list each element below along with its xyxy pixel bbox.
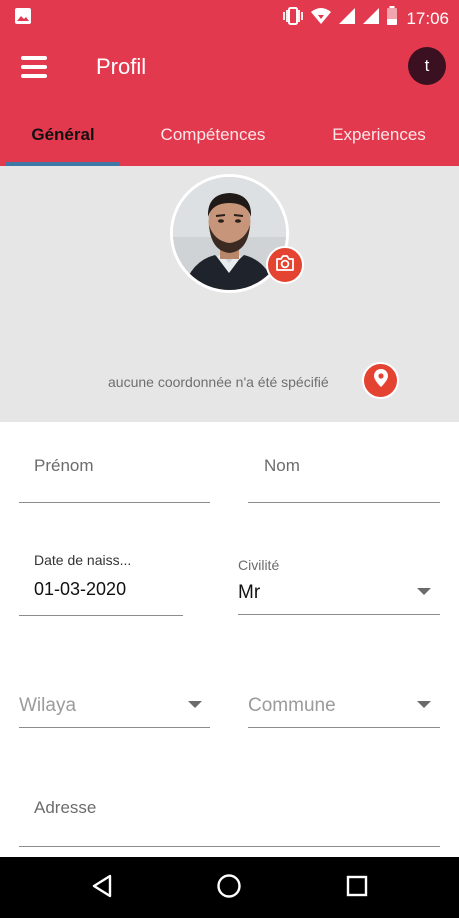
birthdate-value[interactable]: 01-03-2020 <box>34 579 126 600</box>
wilaya-underline <box>19 727 210 728</box>
commune-underline <box>248 727 440 728</box>
coordinates-text: aucune coordonnée n'a été spécifié <box>108 374 329 390</box>
status-time: 17:06 <box>406 8 449 28</box>
civilite-label: Civilité <box>238 557 280 573</box>
location-pin-icon <box>373 368 389 393</box>
commune-placeholder[interactable]: Commune <box>248 695 336 717</box>
recents-button[interactable] <box>340 871 374 905</box>
navigation-bar <box>0 857 459 918</box>
nom-field[interactable]: Nom <box>248 445 440 503</box>
chevron-down-icon <box>417 588 431 595</box>
commune-select[interactable]: Commune <box>248 690 440 728</box>
app-bar: Profil t <box>0 32 459 104</box>
adresse-underline <box>19 846 440 847</box>
wilaya-select[interactable]: Wilaya <box>19 690 210 728</box>
back-icon <box>91 874 113 903</box>
home-button[interactable] <box>212 871 246 905</box>
vibrate-icon <box>282 7 304 30</box>
menu-button[interactable] <box>14 52 54 84</box>
adresse-input[interactable]: Adresse <box>34 798 96 818</box>
prenom-field[interactable]: Prénom <box>19 445 210 503</box>
wifi-icon <box>310 7 332 30</box>
prenom-input[interactable]: Prénom <box>34 456 94 476</box>
civilite-value[interactable]: Mr <box>238 582 260 604</box>
avatar[interactable]: t <box>408 47 446 85</box>
camera-button[interactable] <box>266 246 304 284</box>
signal-icon <box>338 7 356 30</box>
recents-icon <box>346 875 368 902</box>
battery-icon <box>386 6 398 31</box>
status-bar: 17:06 <box>0 0 459 32</box>
page-title: Profil <box>96 54 147 79</box>
back-button[interactable] <box>85 871 119 905</box>
profile-header: aucune coordonnée n'a été spécifié <box>0 166 459 422</box>
birthdate-underline <box>19 615 183 616</box>
prenom-underline <box>19 502 210 503</box>
signal-icon <box>362 7 380 30</box>
tab-bar: Général Compétences Experiences <box>0 104 459 166</box>
chevron-down-icon <box>188 701 202 708</box>
camera-icon <box>275 254 295 277</box>
chevron-down-icon <box>417 701 431 708</box>
tab-experiences[interactable]: Experiences <box>306 104 452 166</box>
wilaya-placeholder[interactable]: Wilaya <box>19 695 76 717</box>
nom-input[interactable]: Nom <box>264 456 300 476</box>
birthdate-field[interactable]: Date de naiss... 01-03-2020 <box>19 548 183 616</box>
civilite-select[interactable]: Civilité Mr <box>238 556 440 615</box>
birthdate-label: Date de naiss... <box>34 552 132 568</box>
civilite-underline <box>238 614 440 615</box>
image-icon <box>14 7 32 30</box>
tab-general[interactable]: Général <box>6 104 120 166</box>
home-icon <box>216 873 242 904</box>
nom-underline <box>248 502 440 503</box>
adresse-field[interactable]: Adresse <box>19 787 440 847</box>
location-button[interactable] <box>362 362 399 399</box>
tab-competences[interactable]: Compétences <box>138 104 288 166</box>
